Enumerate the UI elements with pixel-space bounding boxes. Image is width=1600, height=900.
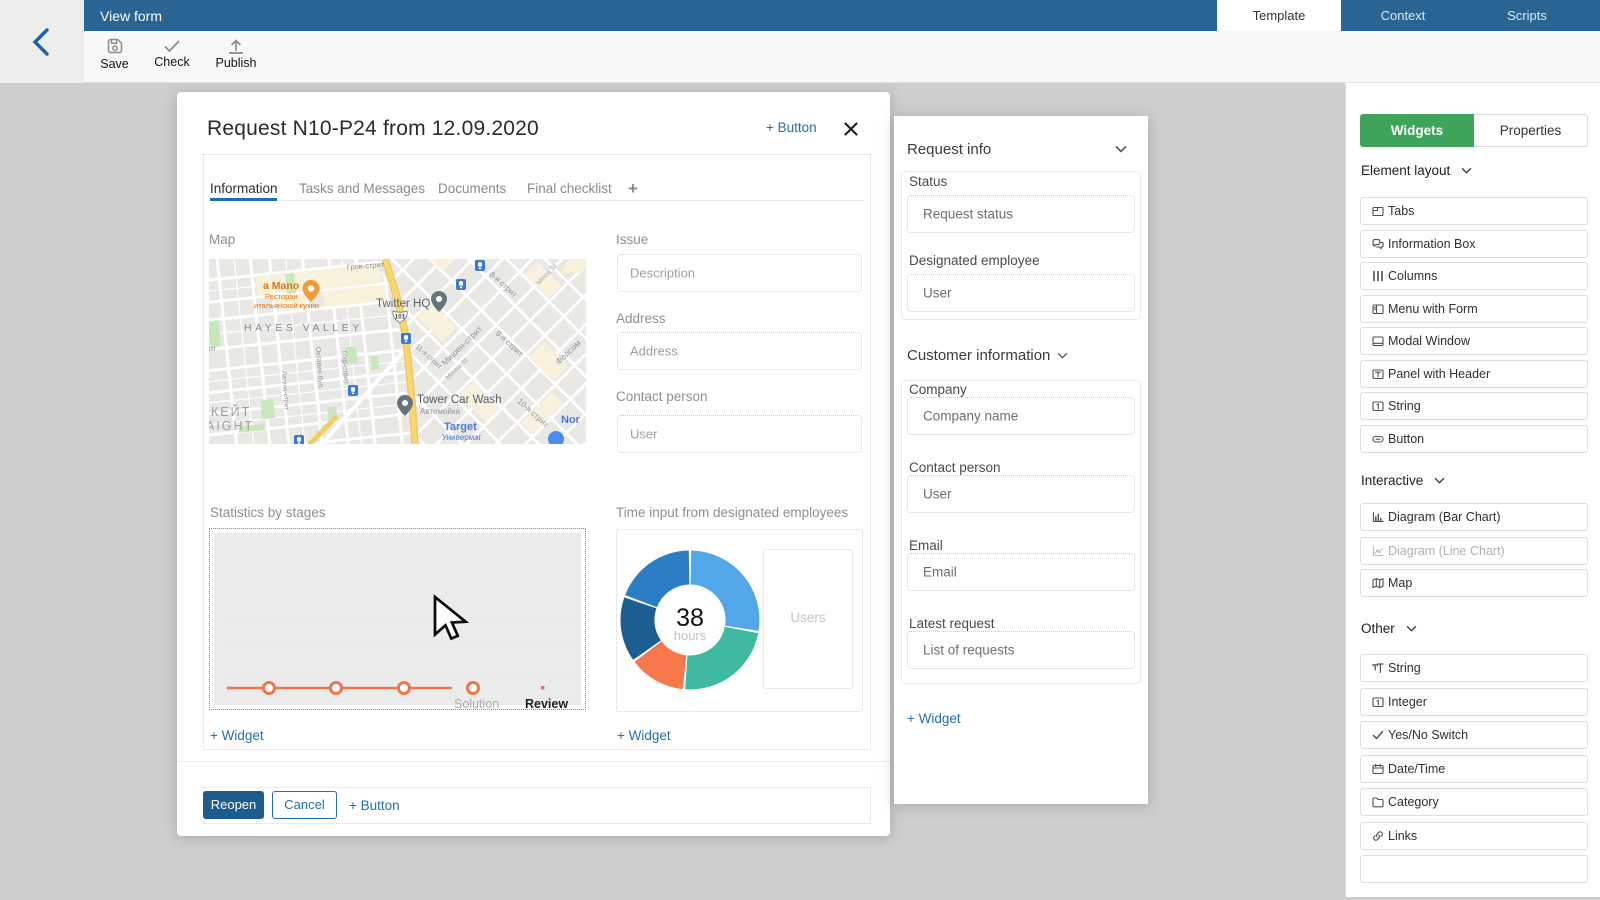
svg-text:КЕЙТ: КЕЙТ xyxy=(211,404,251,419)
svg-text:Target: Target xyxy=(444,421,477,433)
svg-text:Универмаг: Универмаг xyxy=(442,433,482,442)
svg-text:Nor: Nor xyxy=(561,414,581,426)
svg-text:a Mano: a Mano xyxy=(263,280,299,292)
svg-text:Ресторан: Ресторан xyxy=(265,292,298,301)
svg-text:HAYES VALLEY: HAYES VALLEY xyxy=(244,322,363,334)
svg-text:ит: ит xyxy=(209,346,217,353)
svg-text:Tower Car Wash: Tower Car Wash xyxy=(417,394,502,406)
svg-text:AIGHT: AIGHT xyxy=(209,419,254,433)
svg-text:итальянской кухни: итальянской кухни xyxy=(254,301,319,310)
svg-text:Twitter HQ: Twitter HQ xyxy=(376,298,430,310)
svg-text:Автомойка: Автомойка xyxy=(420,407,461,416)
svg-text:101: 101 xyxy=(395,314,406,321)
